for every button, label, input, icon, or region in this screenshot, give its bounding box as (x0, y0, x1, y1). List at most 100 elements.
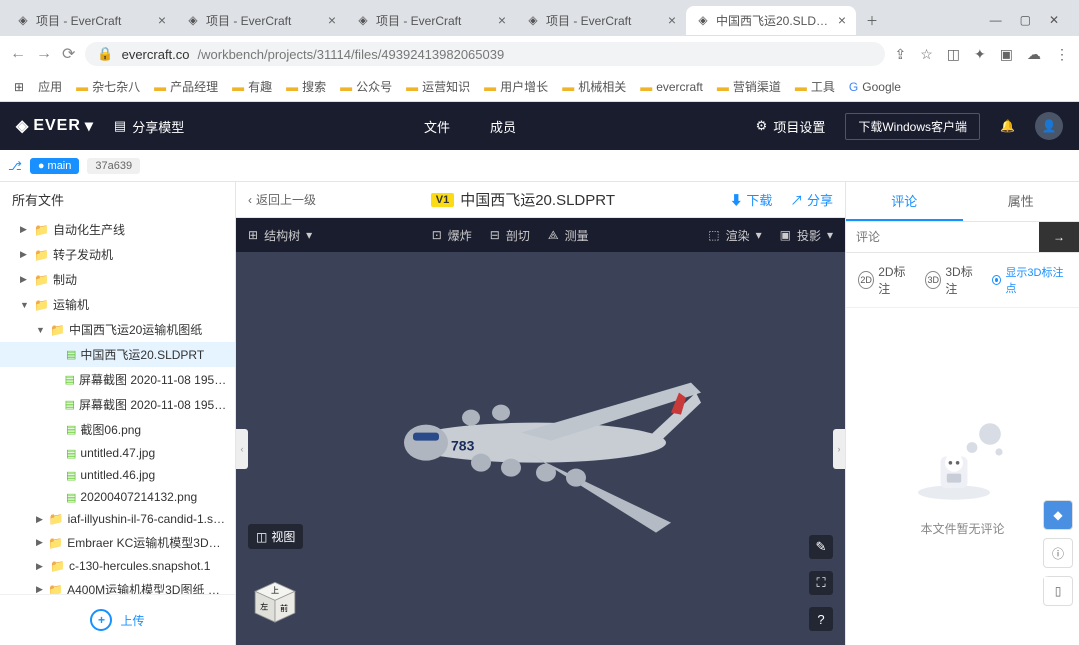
caret-icon: ▶ (20, 224, 30, 235)
member-nav[interactable]: 成员 (490, 117, 516, 136)
maximize-icon[interactable]: ▢ (1020, 13, 1031, 27)
empty-state-icon (908, 416, 1018, 506)
structure-tree-button[interactable]: ⊞结构树 ▾ (248, 227, 312, 244)
show-3d-toggle[interactable]: 显示3D标注点 (992, 264, 1067, 296)
ext2-icon[interactable]: ▣ (1000, 46, 1013, 63)
back-link[interactable]: ‹ 返回上一级 (248, 191, 316, 208)
bookmark-item[interactable]: ▬产品经理 (154, 78, 218, 95)
minimize-icon[interactable]: — (990, 13, 1002, 27)
bookmark-item[interactable]: ▬运营知识 (406, 78, 470, 95)
puzzle-icon[interactable]: ✦ (974, 46, 986, 63)
fullscreen-icon[interactable]: ⛶ (809, 571, 833, 595)
tree-file[interactable]: ▤屏幕截图 2020-11-08 195908.pn (0, 392, 235, 417)
close-icon[interactable]: × (668, 12, 676, 28)
tree-folder[interactable]: ▶📁iaf-illyushin-il-76-candid-1.snapshc (0, 508, 235, 530)
bookmark-item[interactable]: 应用 (38, 78, 62, 95)
right-panel-handle[interactable]: › (833, 429, 845, 469)
share-button[interactable]: ↗ 分享 (790, 190, 833, 209)
close-icon[interactable]: × (498, 12, 506, 28)
bookmark-item[interactable]: ▬公众号 (340, 78, 392, 95)
close-icon[interactable]: × (328, 12, 336, 28)
share-model-button[interactable]: ▤分享模型 (114, 117, 184, 136)
caret-icon: ▶ (36, 584, 44, 594)
apps-icon[interactable]: ⊞ (14, 80, 24, 94)
bookmark-item[interactable]: ▬工具 (795, 78, 835, 95)
section-button[interactable]: ⊟剖切 (490, 227, 530, 244)
bookmark-item[interactable]: ▬营销渠道 (717, 78, 781, 95)
tree-file[interactable]: ▤untitled.46.jpg (0, 464, 235, 486)
tree-folder[interactable]: ▶📁A400M运输机模型3D图纸 STEP格式 (0, 577, 235, 594)
download-client-button[interactable]: 下载Windows客户端 (845, 113, 980, 140)
file-nav[interactable]: 文件 (424, 117, 450, 136)
viewer-canvas[interactable]: ‹ › 783 (236, 252, 845, 645)
tree-folder[interactable]: ▶📁制动 (0, 267, 235, 292)
tab-properties[interactable]: 属性 (963, 182, 1079, 221)
explode-button[interactable]: ⊡爆炸 (432, 227, 472, 244)
bookmarks-bar: ⊞ 应用 ▬杂七杂八 ▬产品经理 ▬有趣 ▬搜索 ▬公众号 ▬运营知识 ▬用户增… (0, 72, 1079, 102)
tree-file[interactable]: ▤untitled.47.jpg (0, 442, 235, 464)
address-bar[interactable]: 🔒 evercraft.co/workbench/projects/31114/… (85, 42, 884, 66)
branch-pill[interactable]: ● main (30, 158, 80, 174)
annot-2d-button[interactable]: 2D2D标注 (858, 263, 913, 297)
bookmark-item[interactable]: GGoogle (849, 80, 901, 94)
share-url-icon[interactable]: ⇪ (895, 46, 907, 63)
reload-icon[interactable]: ⟳ (62, 44, 75, 64)
cloud-icon[interactable]: ☁ (1027, 46, 1041, 63)
branch-icon[interactable]: ⎇ (8, 159, 22, 173)
tab-comments[interactable]: 评论 (846, 182, 963, 221)
left-panel-handle[interactable]: ‹ (236, 429, 248, 469)
bell-icon[interactable]: 🔔 (1000, 119, 1015, 133)
bookmark-item[interactable]: ▬机械相关 (562, 78, 626, 95)
browser-tab[interactable]: ◈项目 - EverCraft× (516, 6, 686, 35)
tree-file[interactable]: ▤屏幕截图 2020-11-08 195947.pn (0, 367, 235, 392)
tree-file[interactable]: ▤中国西飞运20.SLDPRT (0, 342, 235, 367)
float-help-icon[interactable]: ◆ (1043, 500, 1073, 530)
tree-folder[interactable]: ▼📁运输机 (0, 292, 235, 317)
bookmark-item[interactable]: ▬有趣 (232, 78, 272, 95)
forward-icon[interactable]: → (36, 45, 52, 63)
render-button[interactable]: ⬚渲染 ▾ (708, 227, 761, 244)
view-button[interactable]: ◫视图 (248, 524, 303, 549)
close-icon[interactable]: × (838, 12, 846, 28)
browser-tab[interactable]: ◈项目 - EverCraft× (346, 6, 516, 35)
bookmark-item[interactable]: ▬evercraft (640, 80, 703, 94)
close-icon[interactable]: × (158, 12, 166, 28)
bookmark-item[interactable]: ▬搜索 (286, 78, 326, 95)
annot-3d-button[interactable]: 3D3D标注 (925, 263, 980, 297)
help-icon[interactable]: ? (809, 607, 833, 631)
commit-pill[interactable]: 37a639 (87, 158, 140, 174)
browser-tab-active[interactable]: ◈中国西飞运20.SLDPRT · 分享模× (686, 6, 856, 35)
bookmark-item[interactable]: ▬杂七杂八 (76, 78, 140, 95)
send-button[interactable]: → (1039, 222, 1079, 252)
tree-folder[interactable]: ▶📁Embraer KC运输机模型3D图纸 STP (0, 530, 235, 555)
ext-icon[interactable]: ◫ (947, 46, 960, 63)
tree-folder[interactable]: ▼📁中国西飞运20运输机图纸 (0, 317, 235, 342)
float-device-icon[interactable]: ▯ (1043, 576, 1073, 606)
tree-folder[interactable]: ▶📁转子发动机 (0, 242, 235, 267)
back-icon[interactable]: ← (10, 45, 26, 63)
ruler-ctrl-icon[interactable]: ✎ (809, 535, 833, 559)
tree-label: 20200407214132.png (80, 490, 197, 504)
orientation-cube[interactable]: 上 左 前 (248, 577, 302, 631)
bookmark-item[interactable]: ▬用户增长 (484, 78, 548, 95)
avatar[interactable]: 👤 (1035, 112, 1063, 140)
tree-folder[interactable]: ▶📁c-130-hercules.snapshot.1 (0, 555, 235, 577)
close-window-icon[interactable]: ✕ (1049, 13, 1059, 27)
caret-icon: ▼ (20, 300, 30, 310)
logo[interactable]: ◈ EVER ▾ (16, 116, 94, 136)
upload-button[interactable]: + 上传 (0, 594, 235, 645)
measure-button[interactable]: ⟁测量 (548, 227, 589, 244)
projection-button[interactable]: ▣投影 ▾ (780, 227, 833, 244)
new-tab-button[interactable]: ＋ (856, 6, 888, 35)
tree-folder[interactable]: ▶📁自动化生产线 (0, 217, 235, 242)
download-button[interactable]: ⬇ 下载 (730, 190, 773, 209)
tree-file[interactable]: ▤20200407214132.png (0, 486, 235, 508)
float-info-icon[interactable]: ⓘ (1043, 538, 1073, 568)
comment-input[interactable] (846, 222, 1039, 252)
star-icon[interactable]: ☆ (920, 46, 933, 63)
tree-file[interactable]: ▤截图06.png (0, 417, 235, 442)
menu-icon[interactable]: ⋮ (1055, 46, 1069, 63)
browser-tab[interactable]: ◈项目 - EverCraft× (176, 6, 346, 35)
browser-tab[interactable]: ◈项目 - EverCraft× (6, 6, 176, 35)
project-settings-button[interactable]: ⚙项目设置 (756, 117, 826, 136)
